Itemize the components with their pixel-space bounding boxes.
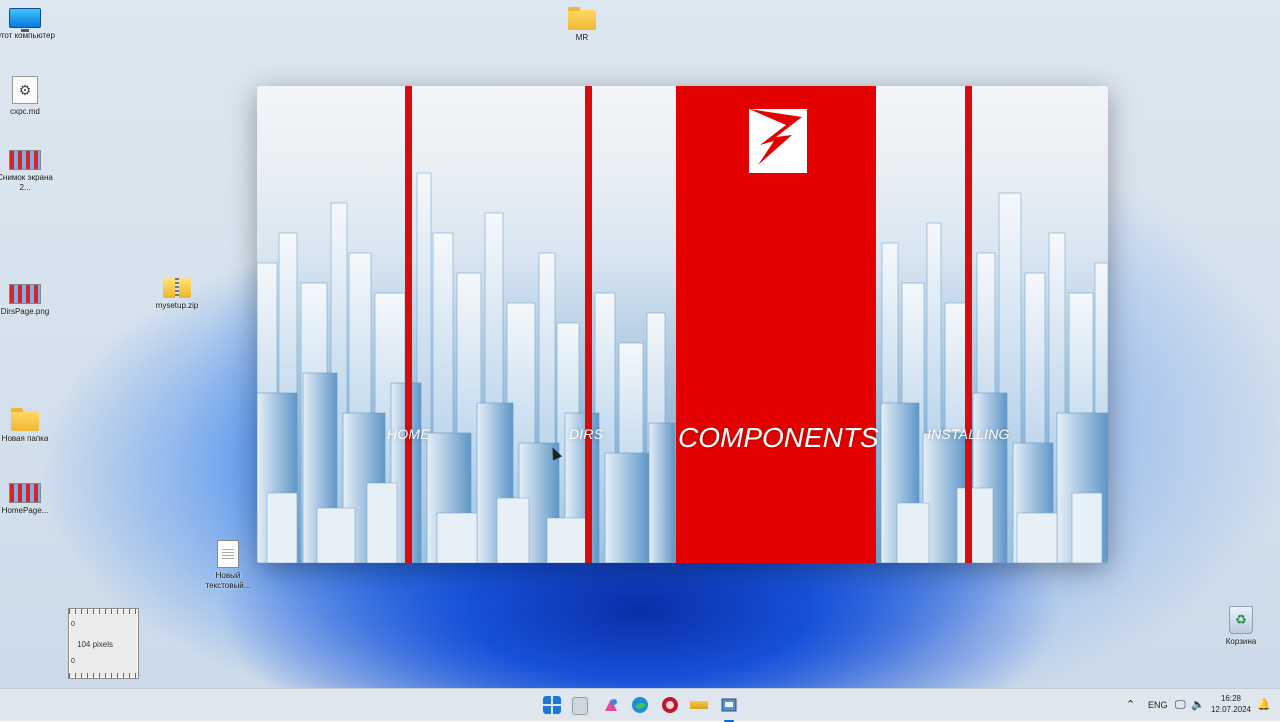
icon-label: Корзина	[1225, 637, 1257, 646]
volume-icon[interactable]: 🔈	[1191, 689, 1205, 721]
icon-label: Новый текстовый...	[205, 571, 251, 590]
image-file-icon	[9, 150, 41, 170]
folder-icon	[11, 408, 39, 431]
desktop: Этот компьютер ⚙ cxpc.md Снимок экрана 2…	[0, 0, 1280, 688]
network-icon[interactable]: 🖵	[1175, 689, 1186, 721]
desktop-icon-new-text[interactable]: Новый текстовый...	[197, 540, 259, 591]
language-indicator[interactable]: ENG	[1148, 689, 1168, 721]
paint-icon[interactable]	[602, 696, 620, 714]
app-red-icon[interactable]	[661, 696, 679, 714]
image-file-icon	[9, 284, 41, 304]
desktop-icon-new-folder[interactable]: Новая папка	[0, 408, 56, 444]
text-file-icon	[217, 540, 239, 568]
clock-time: 16:28	[1220, 694, 1242, 703]
desktop-icon-homepage[interactable]: HomePage...	[0, 483, 56, 516]
zip-folder-icon	[163, 278, 191, 298]
red-stripe	[585, 86, 592, 563]
monitor-icon	[9, 8, 41, 32]
installer-window: HOME DIRS COMPONENTS INSTALLING	[257, 86, 1108, 563]
nav-components[interactable]: COMPONENTS	[678, 422, 879, 454]
notification-bell-icon[interactable]: 🔔	[1257, 689, 1271, 721]
folder-icon	[568, 7, 596, 30]
desktop-icon-recycle-bin[interactable]: ♻ Корзина	[1210, 606, 1272, 647]
desktop-icon-cfg[interactable]: ⚙ cxpc.md	[0, 76, 56, 117]
icon-label: Этот компьютер	[0, 31, 55, 40]
pixel-ruler-widget[interactable]: 0 104 pixels 0	[68, 608, 139, 679]
notepad-icon[interactable]	[572, 697, 588, 715]
desktop-icon-mysetup[interactable]: mysetup.zip	[146, 278, 208, 311]
icon-label: mysetup.zip	[155, 301, 199, 310]
clock-date: 12.07.2024	[1210, 705, 1252, 714]
ruler-zero-label: 0	[71, 658, 75, 665]
start-icon[interactable]	[543, 696, 561, 714]
settings-file-icon: ⚙	[12, 76, 38, 104]
chevron-up-icon[interactable]: ⌃	[1126, 689, 1135, 721]
icon-label: cxpc.md	[10, 107, 40, 116]
mirror-logo-icon	[749, 109, 807, 173]
desktop-icon-dirspage[interactable]: DirsPage.png	[0, 284, 56, 317]
nav-installing[interactable]: INSTALLING	[927, 426, 1010, 442]
ruler-app-icon[interactable]	[690, 701, 708, 709]
nav-home[interactable]: HOME	[387, 426, 430, 442]
icon-label: DirsPage.png	[0, 307, 50, 316]
image-file-icon	[9, 483, 41, 503]
nav-dirs[interactable]: DIRS	[569, 426, 603, 442]
ruler-zero-label: 0	[71, 621, 75, 628]
desktop-icon-mr[interactable]: MR	[551, 7, 613, 43]
desktop-icon-this-pc[interactable]: Этот компьютер	[0, 8, 56, 41]
red-stripe	[405, 86, 412, 563]
icon-label: Новая папка	[1, 434, 49, 443]
edge-icon[interactable]	[631, 696, 649, 714]
icon-label: Снимок экрана 2...	[0, 173, 53, 192]
ruler-ticks	[69, 609, 138, 614]
desktop-icon-screenshot[interactable]: Снимок экрана 2...	[0, 150, 56, 193]
red-stripe	[965, 86, 972, 563]
icon-label: HomePage...	[1, 506, 49, 515]
ruler-ticks	[69, 673, 138, 678]
taskbar: ⌃ ENG 🖵 🔈 16:28 12.07.2024 🔔	[0, 688, 1280, 722]
ruler-measurement: 104 pixels	[77, 640, 114, 649]
recycle-bin-icon: ♻	[1229, 606, 1253, 634]
system-clock[interactable]: 16:28 12.07.2024	[1209, 693, 1253, 715]
icon-label: MR	[575, 33, 589, 42]
installer-icon[interactable]	[720, 696, 738, 722]
